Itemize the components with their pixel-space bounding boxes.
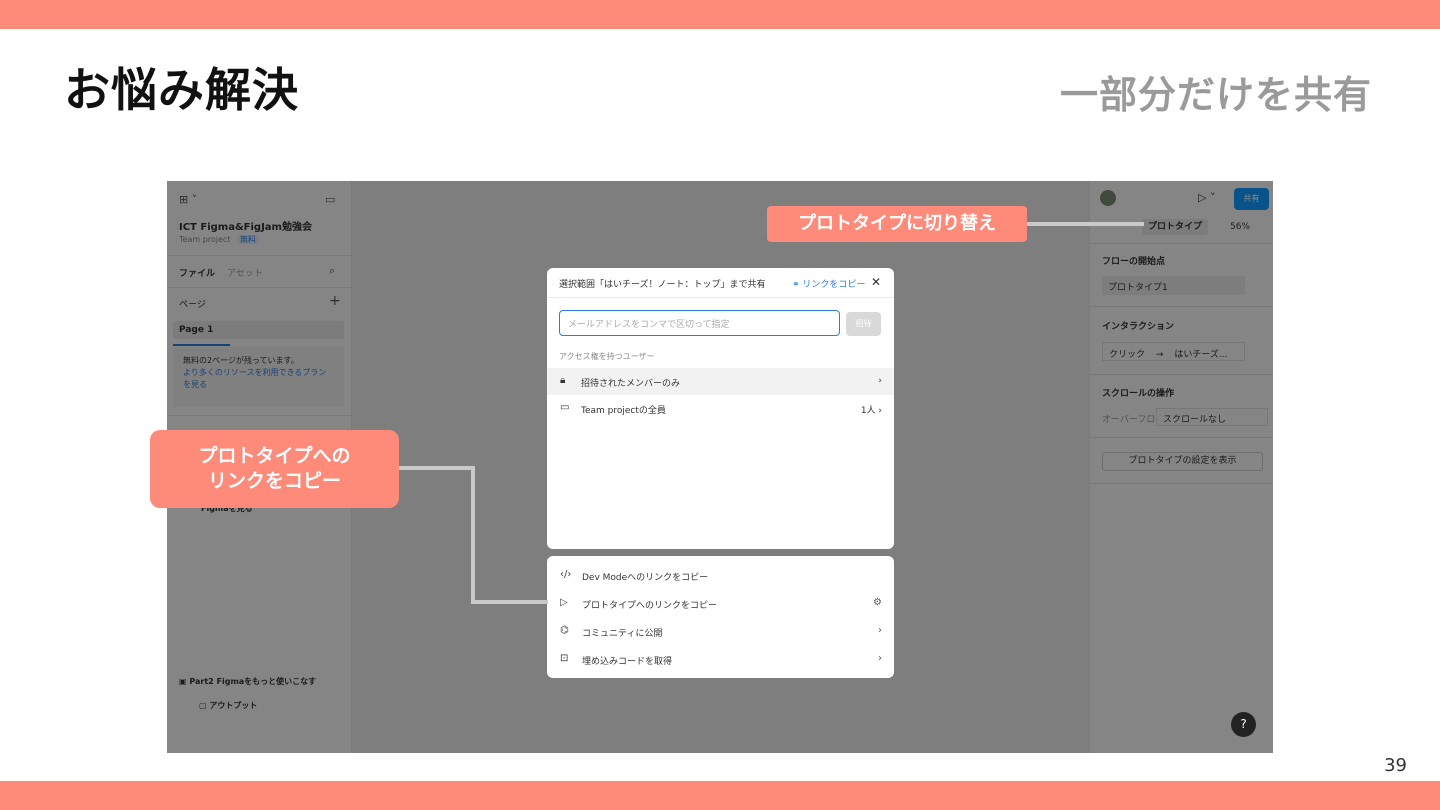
code-icon: ‹/› (560, 569, 572, 580)
member-count: 1人 › (860, 406, 882, 416)
chevron-right-icon: › (878, 653, 882, 664)
community-icon: ⌬ (560, 625, 569, 636)
access-label: 招待されたメンバーのみ (581, 379, 681, 389)
bottom-band (0, 781, 1440, 810)
folder-icon: ▭ (560, 402, 570, 413)
callout-copy-prototype-link: プロトタイプへの リンクをコピー (150, 430, 399, 508)
callout-line: リンクをコピー (207, 470, 341, 492)
copy-link-label: リンクをコピー (802, 280, 866, 290)
menu-item-label: Dev Modeへのリンクをコピー (582, 573, 709, 583)
slide-subtitle: 一部分だけを共有 (1059, 73, 1372, 117)
share-options-menu: ‹/› Dev Modeへのリンクをコピー ▷ プロトタイプへのリンクをコピー … (547, 556, 894, 678)
callout-line: プロトタイプへの (198, 445, 351, 467)
help-button[interactable]: ? (1231, 712, 1256, 737)
gear-icon[interactable]: ⚙ (873, 597, 882, 608)
callout-switch-prototype: プロトタイプに切り替え (767, 206, 1027, 242)
email-field[interactable]: メールアドレスをコンマで区切って指定 (559, 310, 840, 336)
slide: お悩み解決 一部分だけを共有 ⊞ ˅ ▭ ICT Figma&FigJam勉強会… (0, 0, 1440, 810)
top-band (0, 0, 1440, 29)
menu-item-dev-mode-link[interactable]: ‹/› Dev Modeへのリンクをコピー (547, 562, 894, 589)
access-row-invited[interactable]: 🔒︎ 招待されたメンバーのみ › (547, 368, 894, 395)
share-dialog-header: 選択範囲「はいチーズ！ノート：トップ」まで共有 ⚭ リンクをコピー ✕ (559, 275, 885, 291)
callout-connector (471, 466, 475, 604)
page-number: 39 (1384, 755, 1407, 776)
menu-item-label: コミュニティに公開 (582, 629, 663, 639)
access-header: アクセス権を持つユーザー (559, 352, 655, 361)
copy-link-button[interactable]: ⚭ リンクをコピー (792, 277, 865, 290)
share-dialog: 選択範囲「はいチーズ！ノート：トップ」まで共有 ⚭ リンクをコピー ✕ メールア… (547, 268, 894, 549)
callout-connector (1026, 222, 1144, 226)
embed-icon: ⊡ (560, 653, 569, 664)
access-row-team[interactable]: ▭ Team projectの全員 1人 › (547, 395, 894, 422)
close-icon[interactable]: ✕ (871, 275, 881, 289)
menu-item-label: プロトタイプへのリンクをコピー (582, 601, 718, 611)
share-dialog-title: 選択範囲「はいチーズ！ノート：トップ」まで共有 (559, 280, 766, 290)
menu-item-embed[interactable]: ⊡ 埋め込みコードを取得 › (547, 646, 894, 673)
menu-item-label: 埋め込みコードを取得 (582, 657, 673, 667)
invite-button[interactable]: 招待 (846, 312, 881, 336)
access-label: Team projectの全員 (581, 406, 666, 416)
chevron-right-icon: › (878, 376, 882, 386)
callout-connector (398, 466, 474, 470)
link-icon: ⚭ (792, 280, 803, 290)
callout-connector (471, 600, 548, 604)
menu-item-community[interactable]: ⌬ コミュニティに公開 › (547, 618, 894, 645)
play-icon: ▷ (560, 597, 568, 608)
divider (547, 297, 894, 298)
menu-item-prototype-link[interactable]: ▷ プロトタイプへのリンクをコピー ⚙ (547, 590, 894, 617)
slide-title: お悩み解決 (64, 63, 299, 117)
lock-icon: 🔒︎ (560, 375, 566, 386)
chevron-right-icon: › (878, 625, 882, 636)
